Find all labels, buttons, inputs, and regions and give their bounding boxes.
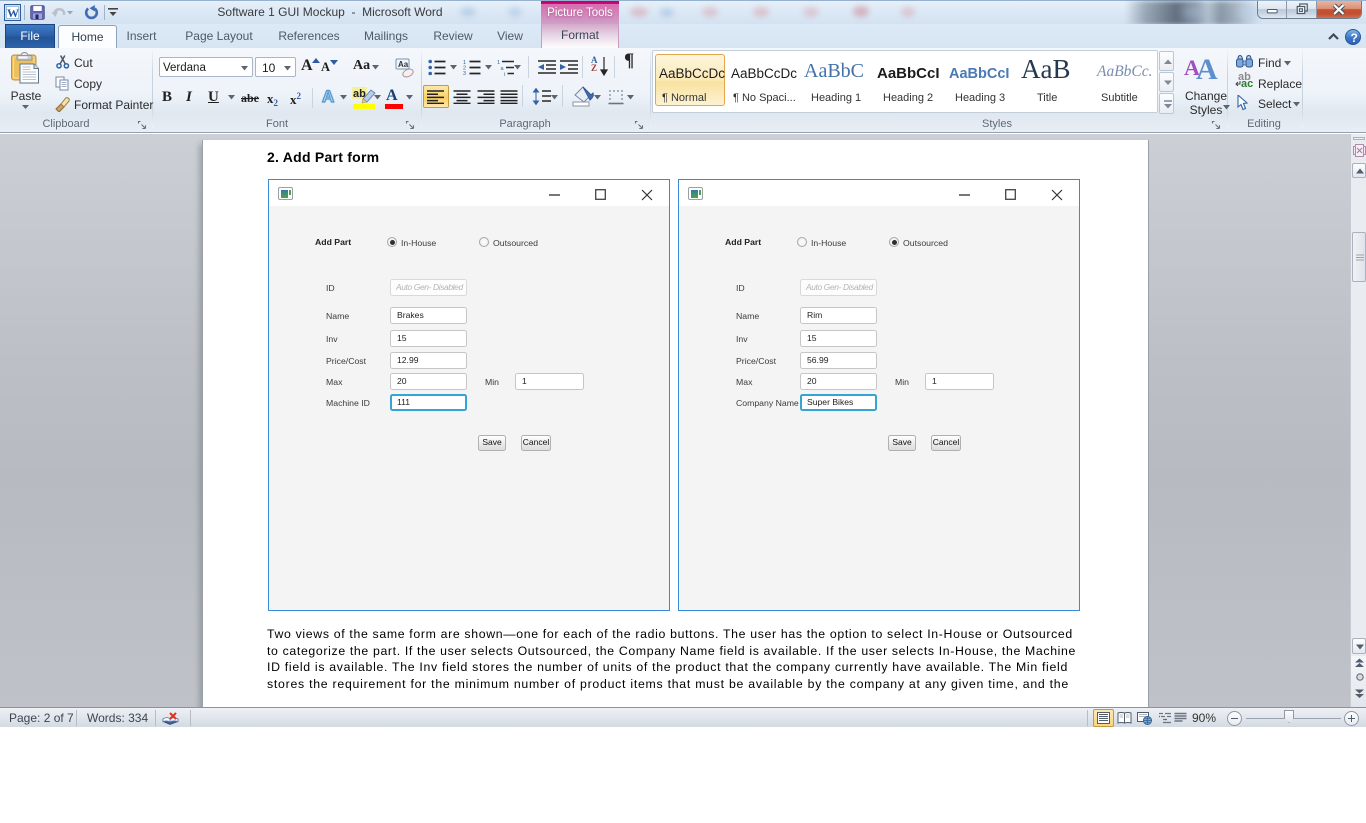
svg-text:i: i xyxy=(504,72,505,76)
svg-text:W: W xyxy=(7,6,19,20)
svg-text:Aa: Aa xyxy=(398,60,409,69)
svg-text:3: 3 xyxy=(463,71,466,76)
